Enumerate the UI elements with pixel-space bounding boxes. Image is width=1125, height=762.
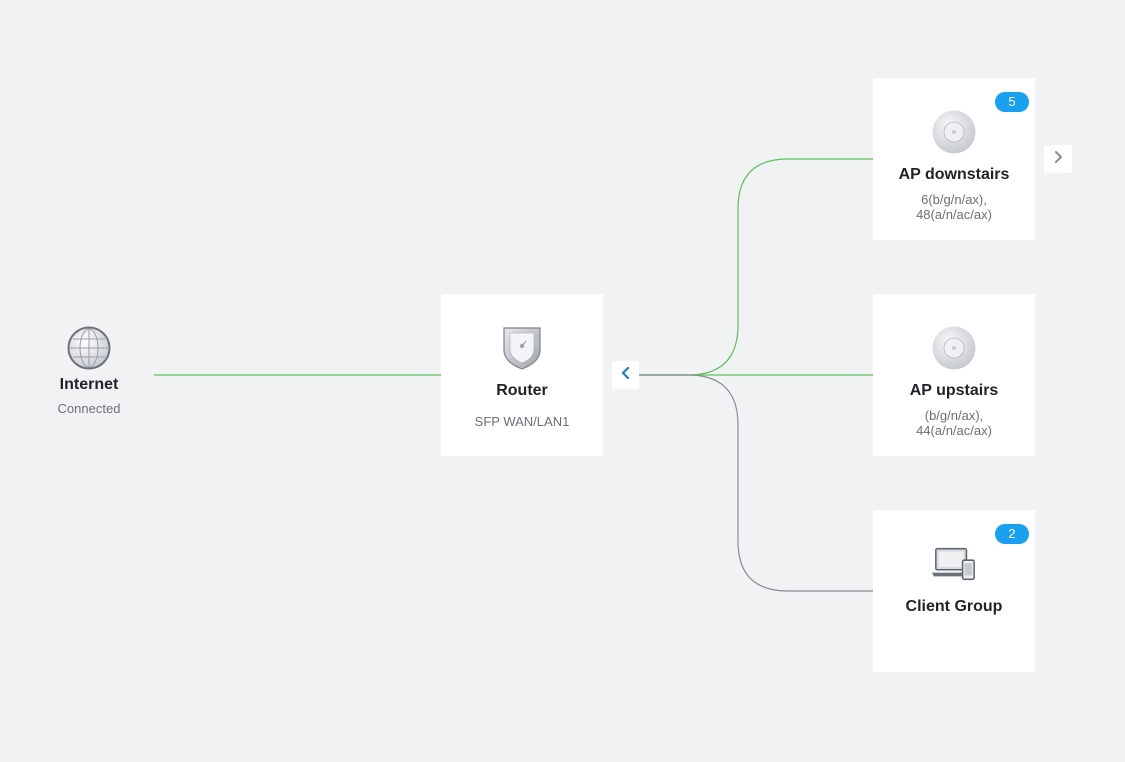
router-port: SFP WAN/LAN1 bbox=[474, 414, 570, 429]
link-router-ap-downstairs bbox=[639, 158, 873, 376]
access-point-icon bbox=[932, 326, 976, 370]
internet-node[interactable]: Internet Connected bbox=[40, 326, 138, 416]
access-point-icon bbox=[932, 110, 976, 154]
laptop-phone-icon bbox=[932, 542, 976, 586]
chevron-right-icon bbox=[1052, 150, 1064, 169]
device-channels: (b/g/n/ax), 44(a/n/ac/ax) bbox=[916, 408, 992, 438]
device-title: AP downstairs bbox=[898, 166, 1010, 183]
client-count-badge: 5 bbox=[995, 92, 1029, 112]
link-router-client-group bbox=[639, 374, 873, 592]
device-title: Client Group bbox=[905, 598, 1003, 615]
internet-title: Internet bbox=[59, 376, 119, 393]
chevron-left-icon bbox=[620, 366, 632, 385]
device-card-ap-downstairs[interactable]: 5 AP downstairs 6(b/g/n/ax), 48(a/n/ac/a… bbox=[873, 78, 1035, 240]
globe-icon bbox=[67, 326, 111, 370]
expand-button[interactable] bbox=[1044, 145, 1072, 173]
device-card-client-group[interactable]: 2 Client Group bbox=[873, 510, 1035, 672]
collapse-button[interactable] bbox=[612, 361, 639, 389]
router-title: Router bbox=[496, 382, 548, 399]
device-channels: 6(b/g/n/ax), 48(a/n/ac/ax) bbox=[916, 192, 992, 222]
client-count-badge: 2 bbox=[995, 524, 1029, 544]
router-card[interactable]: Router SFP WAN/LAN1 bbox=[441, 294, 603, 456]
device-title: AP upstairs bbox=[909, 382, 999, 399]
device-card-ap-upstairs[interactable]: AP upstairs (b/g/n/ax), 44(a/n/ac/ax) bbox=[873, 294, 1035, 456]
internet-status: Connected bbox=[57, 401, 121, 416]
shield-router-icon bbox=[500, 326, 544, 370]
